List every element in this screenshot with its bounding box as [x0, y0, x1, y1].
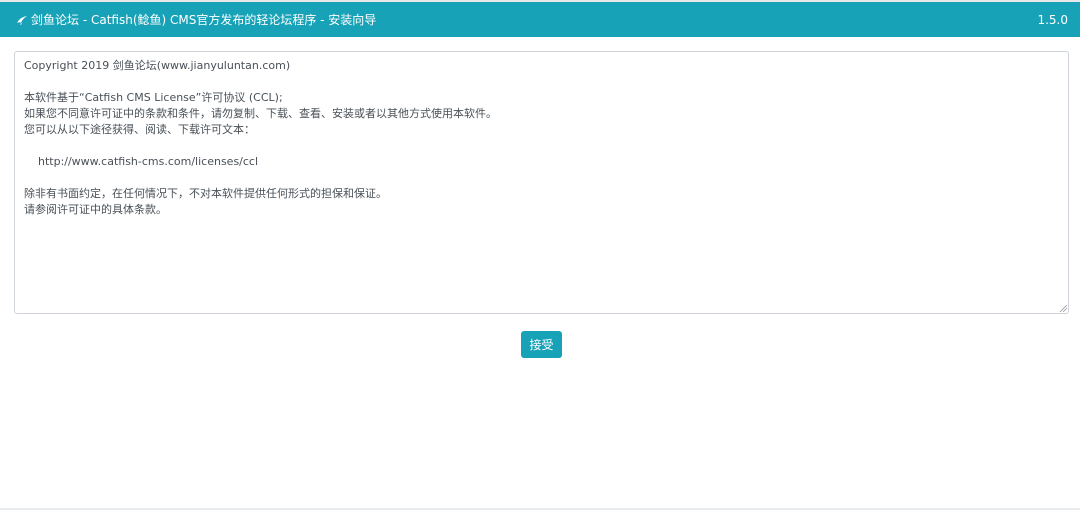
resize-grip-icon[interactable]: [1060, 305, 1067, 312]
top-navbar: 剑鱼论坛 - Catfish(鲶鱼) CMS官方发布的轻论坛程序 - 安装向导 …: [0, 0, 1080, 37]
navbar-brand[interactable]: 剑鱼论坛 - Catfish(鲶鱼) CMS官方发布的轻论坛程序 - 安装向导: [16, 11, 376, 28]
version-label: 1.5.0: [1037, 12, 1068, 27]
swordfish-logo-icon: [17, 15, 27, 25]
license-textarea[interactable]: Copyright 2019 剑鱼论坛(www.jianyuluntan.com…: [14, 51, 1069, 314]
navbar-title: 剑鱼论坛 - Catfish(鲶鱼) CMS官方发布的轻论坛程序 - 安装向导: [31, 13, 377, 27]
accept-button[interactable]: 接受: [521, 331, 562, 358]
